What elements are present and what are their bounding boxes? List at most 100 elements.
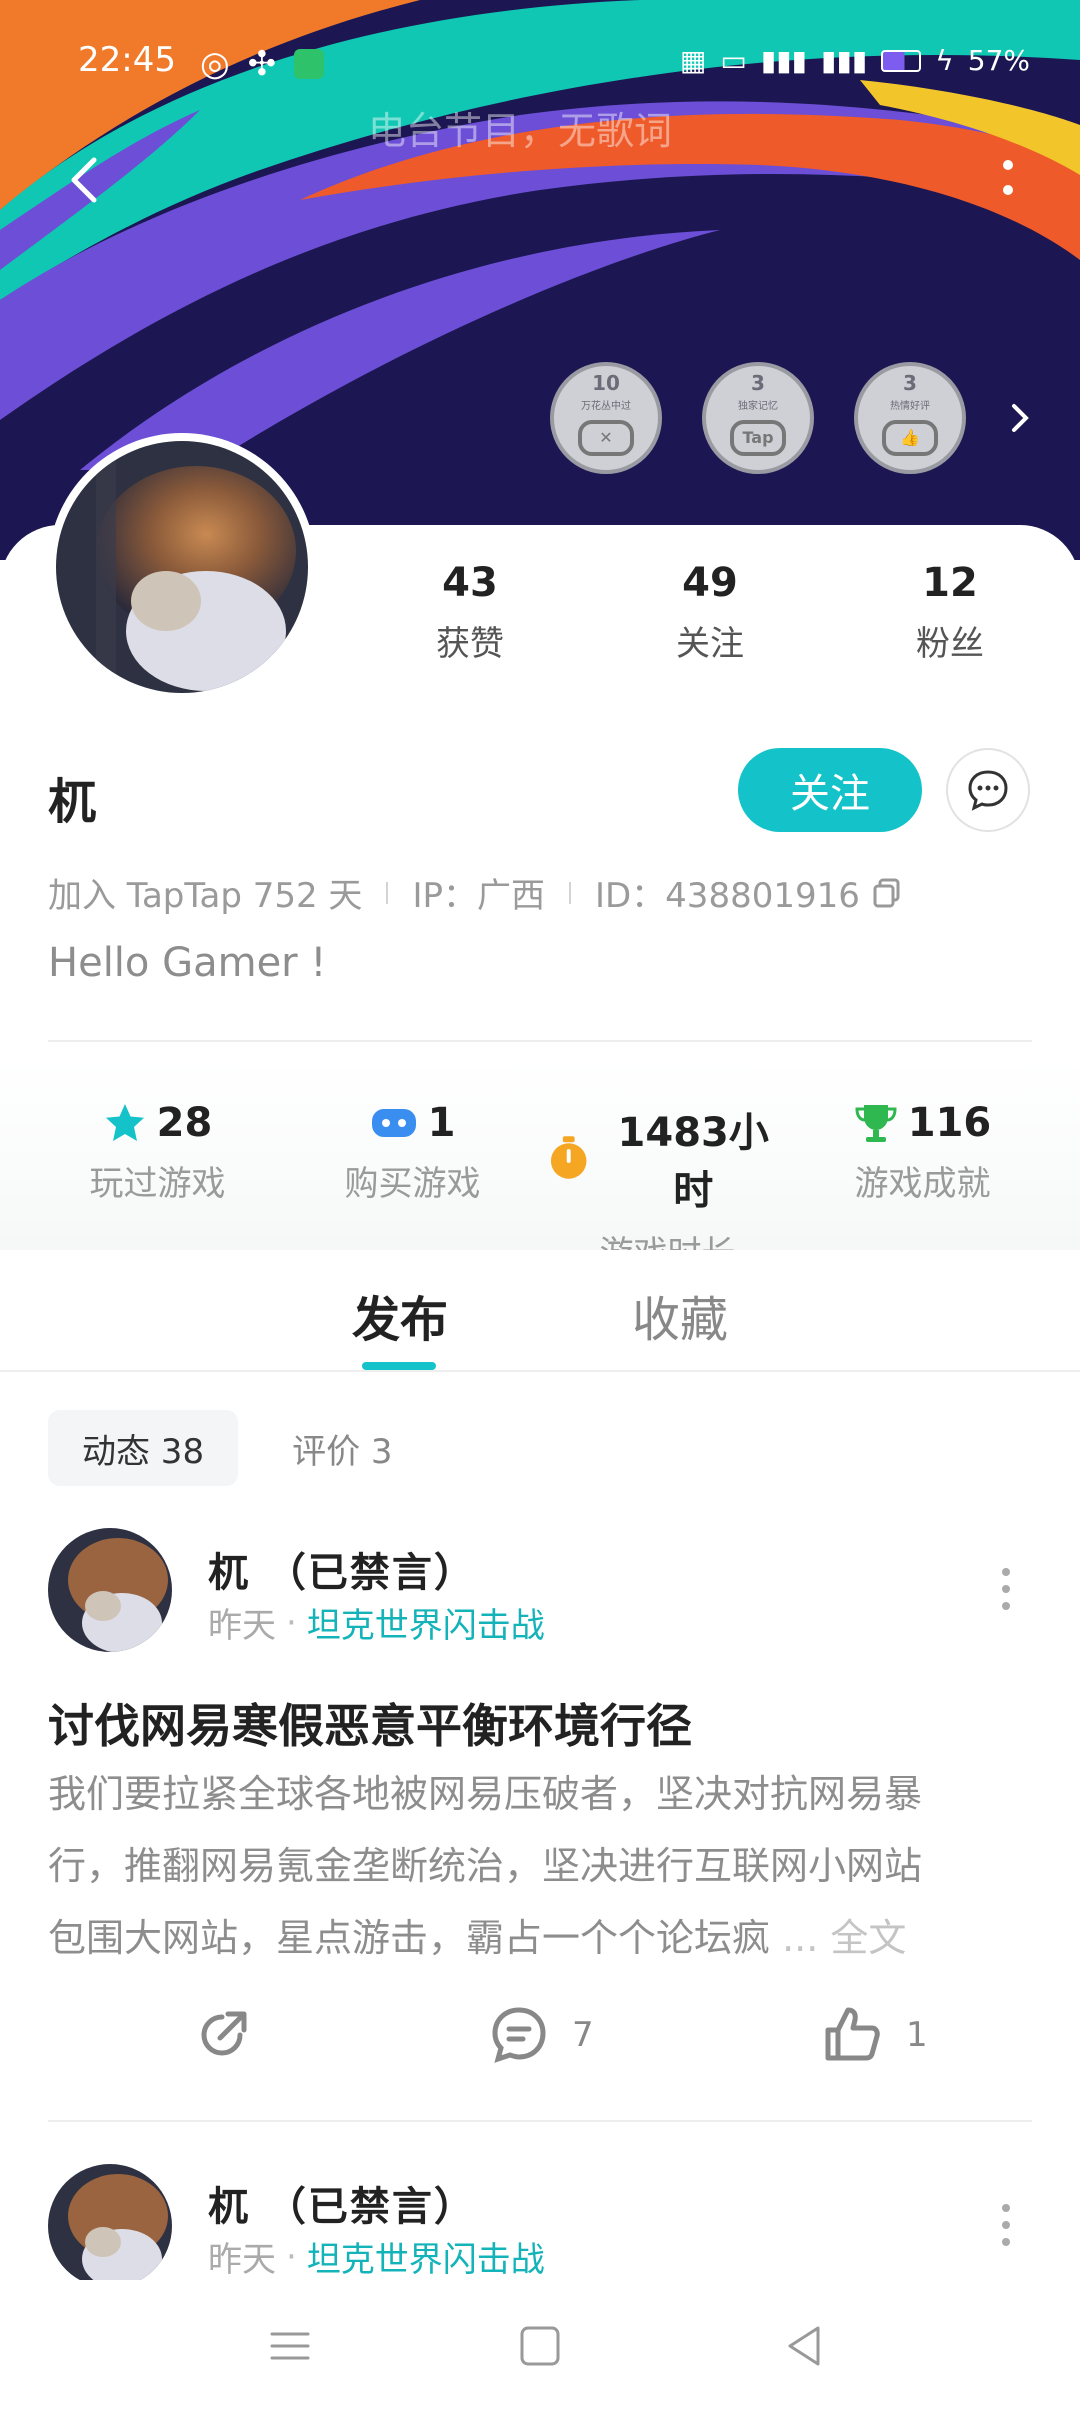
share-button[interactable] [190, 2002, 256, 2068]
read-more-link[interactable]: ... 全文 [770, 1916, 906, 1960]
shiba-avatar-image [48, 2164, 172, 2288]
hd-icon: ▦ [679, 44, 707, 77]
alarm-icon: ◎ [200, 44, 230, 84]
thumbs-up-icon: 👍 [882, 419, 938, 456]
battery-icon [881, 49, 922, 72]
profile-avatar[interactable] [48, 433, 316, 701]
game-stat-value: 1483小时 [617, 1110, 769, 1214]
post-author-avatar[interactable] [48, 2164, 172, 2288]
post-body[interactable]: 我们要拉紧全球各地被网易压破者，坚决对抗网易暴 行，推翻网易氪金垄断统治，坚决进… [48, 1758, 1038, 1974]
game-stat-achievements[interactable]: 116 游戏成就 [803, 1100, 1043, 1250]
cell-signal-icon: ▮▮▮ [760, 44, 808, 77]
now-playing-text: 电台节目，无歌词 [367, 109, 672, 153]
post-more-button[interactable] [996, 2200, 1016, 2250]
more-options-button[interactable] [988, 155, 1028, 205]
divider [48, 1040, 1032, 1042]
chat-bubble-icon [968, 770, 1008, 811]
stat-label: 获赞 [436, 624, 504, 664]
home-nav-button[interactable] [510, 2316, 570, 2376]
stat-following[interactable]: 49 关注 [630, 560, 790, 665]
game-stat-label: 玩过游戏 [89, 1164, 226, 1204]
gamepad-icon: ✕ [578, 419, 634, 456]
message-button[interactable] [946, 748, 1030, 832]
share-icon [201, 2011, 247, 2056]
post-more-button[interactable] [996, 1564, 1016, 1614]
comment-count: 7 [572, 2015, 594, 2055]
more-dots-icon [1002, 2204, 1010, 2212]
stat-value: 49 [682, 560, 738, 606]
join-days: 加入 TapTap 752 天 [48, 876, 363, 916]
game-stat-label: 游戏成就 [854, 1164, 991, 1204]
badge-count: 3 [903, 370, 917, 395]
badge-count: 10 [592, 370, 620, 395]
post-author-name[interactable]: 杌 （已禁言） [208, 1540, 476, 1598]
post-author-name[interactable]: 杌 （已禁言） [208, 2174, 476, 2232]
nfc-icon: ▭ [720, 44, 747, 77]
shiba-avatar-image [56, 441, 308, 693]
comment-button[interactable]: 7 [486, 2002, 594, 2068]
more-dots-icon [1003, 160, 1013, 170]
profile-username: 杌 [48, 774, 97, 830]
thumbs-up-icon [825, 2007, 880, 2061]
follow-button[interactable]: 关注 [738, 748, 922, 832]
meta-divider [386, 881, 389, 904]
stat-value: 12 [922, 560, 978, 606]
battery-percent: 57% [967, 44, 1030, 77]
cell-signal-2-icon: ▮▮▮ [821, 44, 868, 77]
badge-count: 3 [751, 370, 765, 395]
status-bar: 22:45 ◎ ✣ ▦ ▭ ▮▮▮ ▮▮▮ ϟ 57% [0, 40, 1080, 90]
trophy-icon [855, 1105, 897, 1142]
meta-dot: · [286, 2236, 297, 2277]
post-meta: 昨天 · 坦克世界闪击战 [208, 1598, 545, 1647]
back-triangle-icon [788, 2326, 820, 2366]
copy-icon[interactable] [870, 876, 904, 910]
stat-followers[interactable]: 12 粉丝 [870, 560, 1030, 665]
game-stat-playtime[interactable]: 1483小时 游戏时长 [548, 1100, 788, 1274]
game-stats: 28 玩过游戏 1 购买游戏 1483小时 游戏时长 116 游戏成就 [0, 1060, 1080, 1274]
stat-label: 关注 [676, 624, 744, 664]
tab-favorites[interactable]: 收藏 [632, 1280, 728, 1350]
like-count: 1 [906, 2015, 928, 2055]
post-time: 昨天 [208, 2240, 276, 2280]
subtab-moments[interactable]: 动态 38 [48, 1410, 239, 1486]
game-stat-value: 1 [427, 1100, 456, 1146]
tab-posts[interactable]: 发布 [352, 1280, 448, 1350]
stat-likes[interactable]: 43 获赞 [390, 560, 550, 665]
game-stat-played[interactable]: 28 玩过游戏 [38, 1100, 278, 1250]
timer-icon [550, 1136, 586, 1179]
game-stat-value: 116 [907, 1100, 992, 1146]
post-game-link[interactable]: 坦克世界闪击战 [307, 2232, 545, 2281]
game-stat-purchased[interactable]: 1 购买游戏 [293, 1100, 533, 1250]
post-author-avatar[interactable] [48, 1528, 172, 1652]
badge-caption: 热情好评 [890, 400, 930, 412]
subtab-reviews[interactable]: 评价 3 [258, 1410, 426, 1486]
game-stat-value: 28 [156, 1100, 213, 1146]
back-nav-button[interactable] [776, 2316, 836, 2376]
badge-row[interactable]: 10 万花丛中过 ✕ 3 独家记忆 Tap 3 热情好评 👍 [550, 362, 1040, 474]
tap-icon: Tap [730, 419, 786, 456]
badge-item[interactable]: 3 独家记忆 Tap [702, 362, 814, 474]
post-body-line: 我们要拉紧全球各地被网易压破者，坚决对抗网易暴 [48, 1772, 923, 1816]
shiba-avatar-image [48, 1528, 172, 1652]
badge-caption: 独家记忆 [738, 400, 778, 412]
menu-nav-button[interactable] [260, 2316, 320, 2376]
like-button[interactable]: 1 [820, 2002, 928, 2068]
star-icon [105, 1104, 144, 1141]
badge-item[interactable]: 10 万花丛中过 ✕ [550, 362, 662, 474]
gamepad-icon [371, 1109, 416, 1137]
menu-icon [270, 2332, 310, 2360]
badge-caption: 万花丛中过 [581, 400, 631, 412]
badge-item[interactable]: 3 热情好评 👍 [854, 362, 966, 474]
badges-chevron-right-icon[interactable] [1000, 398, 1040, 438]
stat-label: 粉丝 [916, 624, 984, 664]
back-button[interactable] [56, 150, 116, 210]
profile-stats: 43 获赞 49 关注 12 粉丝 [390, 560, 1030, 665]
post-body-line: 包围大网站，星点游击，霸占一个个论坛疯 [48, 1916, 771, 1960]
post-title[interactable]: 讨伐网易寒假恶意平衡环境行径 [48, 1690, 692, 1756]
tab-indicator [362, 1362, 436, 1370]
back-arrow-icon [71, 157, 97, 203]
divider [48, 2120, 1032, 2122]
system-nav-bar [0, 2280, 1080, 2414]
post-game-link[interactable]: 坦克世界闪击战 [307, 1598, 545, 1647]
more-dots-icon [1002, 1568, 1010, 1576]
